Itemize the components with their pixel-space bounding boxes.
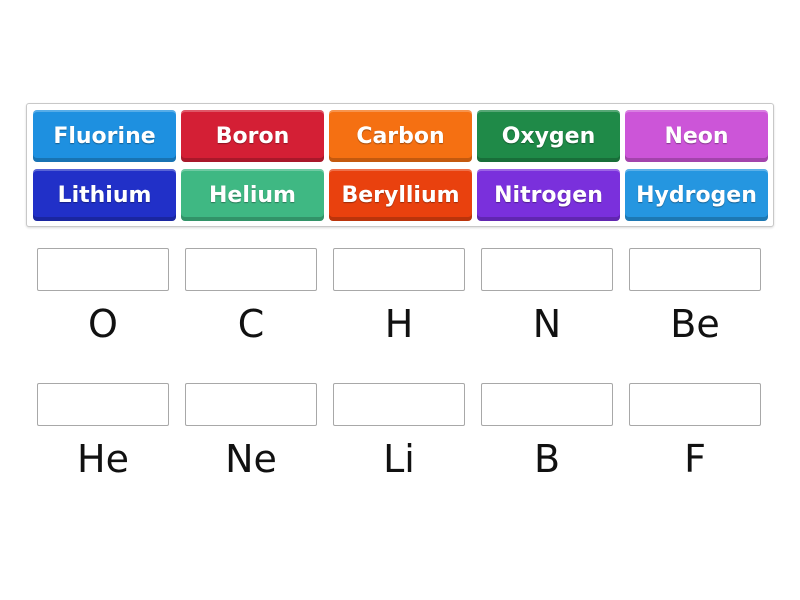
- element-symbol-label: He: [77, 437, 129, 481]
- answer-tile-boron[interactable]: Boron: [181, 110, 324, 162]
- answer-tile-helium[interactable]: Helium: [181, 169, 324, 221]
- drop-slot-o[interactable]: [37, 248, 169, 291]
- answer-tile-neon[interactable]: Neon: [625, 110, 768, 162]
- answer-tile-fluorine[interactable]: Fluorine: [33, 110, 176, 162]
- drop-slot-ne[interactable]: [185, 383, 317, 426]
- element-symbol-label: Be: [670, 302, 720, 346]
- answer-tile-beryllium[interactable]: Beryllium: [329, 169, 472, 221]
- drop-slot-li[interactable]: [333, 383, 465, 426]
- drop-slot-n[interactable]: [481, 248, 613, 291]
- element-symbol-label: O: [88, 302, 118, 346]
- element-symbol-label: Ne: [225, 437, 277, 481]
- drop-slot-he[interactable]: [37, 383, 169, 426]
- drop-slot-b[interactable]: [481, 383, 613, 426]
- element-symbol-label: H: [384, 302, 414, 346]
- element-symbol-label: N: [532, 302, 562, 346]
- drop-slot-h[interactable]: [333, 248, 465, 291]
- drop-slot-f[interactable]: [629, 383, 761, 426]
- answer-tile-lithium[interactable]: Lithium: [33, 169, 176, 221]
- element-symbol-label: Li: [383, 437, 415, 481]
- answer-tile-oxygen[interactable]: Oxygen: [477, 110, 620, 162]
- element-symbol-label: C: [237, 302, 265, 346]
- element-symbol-label: F: [684, 437, 706, 481]
- drop-slot-c[interactable]: [185, 248, 317, 291]
- drop-slot-be[interactable]: [629, 248, 761, 291]
- answer-tile-nitrogen[interactable]: Nitrogen: [477, 169, 620, 221]
- answer-tile-carbon[interactable]: Carbon: [329, 110, 472, 162]
- answer-tile-hydrogen[interactable]: Hydrogen: [625, 169, 768, 221]
- element-symbol-label: B: [533, 437, 561, 481]
